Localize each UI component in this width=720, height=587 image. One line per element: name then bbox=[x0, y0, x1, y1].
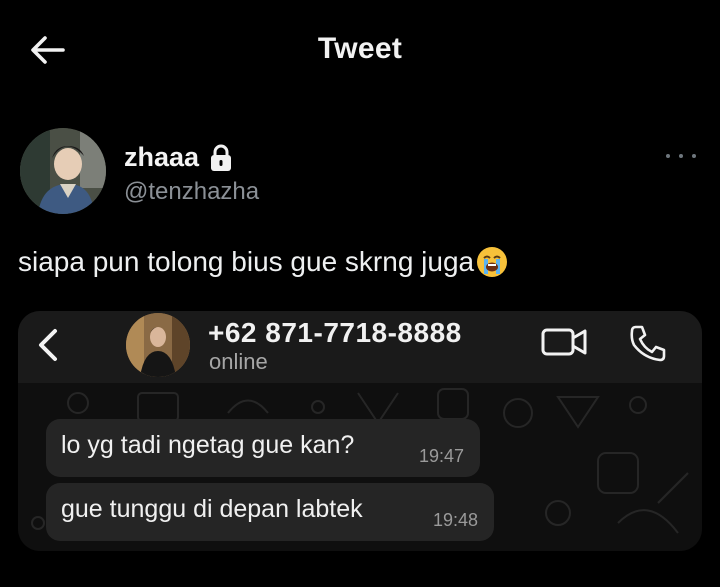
contact-status: online bbox=[209, 349, 268, 374]
chat-back-button bbox=[34, 327, 62, 363]
lock-icon bbox=[209, 144, 233, 172]
contact-avatar bbox=[126, 313, 190, 377]
top-bar: Tweet bbox=[0, 0, 720, 100]
chevron-left-icon bbox=[39, 329, 57, 361]
tweet-body: siapa pun tolong bius gue skrng juga bbox=[18, 246, 475, 277]
chat-header: +62 871-7718-8888 online bbox=[18, 311, 702, 383]
message-time: 19:48 bbox=[432, 510, 478, 530]
message-bubble: gue tunggu di depan labtek 19:48 bbox=[46, 483, 494, 541]
more-horizontal-icon[interactable] bbox=[666, 148, 696, 164]
tweet-text: siapa pun tolong bius gue skrng juga bbox=[18, 246, 508, 278]
author-avatar[interactable] bbox=[20, 128, 106, 214]
video-call-icon bbox=[540, 325, 590, 359]
display-name-row: zhaaa bbox=[124, 142, 233, 173]
tweet-author: zhaaa @tenzhazha bbox=[20, 128, 710, 218]
author-handle[interactable]: @tenzhazha bbox=[124, 178, 259, 206]
contact-number: +62 871-7718-8888 bbox=[208, 317, 462, 348]
message-text: lo yg tadi ngetag gue kan? bbox=[61, 431, 355, 459]
chat-messages: lo yg tadi ngetag gue kan? 19:47 gue tun… bbox=[18, 383, 702, 551]
phone-call-icon bbox=[628, 323, 668, 363]
message-bubble: lo yg tadi ngetag gue kan? 19:47 bbox=[46, 419, 480, 477]
message-text: gue tunggu di depan labtek bbox=[61, 495, 363, 523]
crying-face-emoji-icon bbox=[476, 246, 508, 278]
author-display-name[interactable]: zhaaa bbox=[124, 142, 199, 173]
tweet-media-image[interactable]: +62 871-7718-8888 online lo yg tadi nget… bbox=[18, 311, 702, 551]
page-title: Tweet bbox=[317, 32, 403, 65]
message-time: 19:47 bbox=[418, 446, 464, 466]
